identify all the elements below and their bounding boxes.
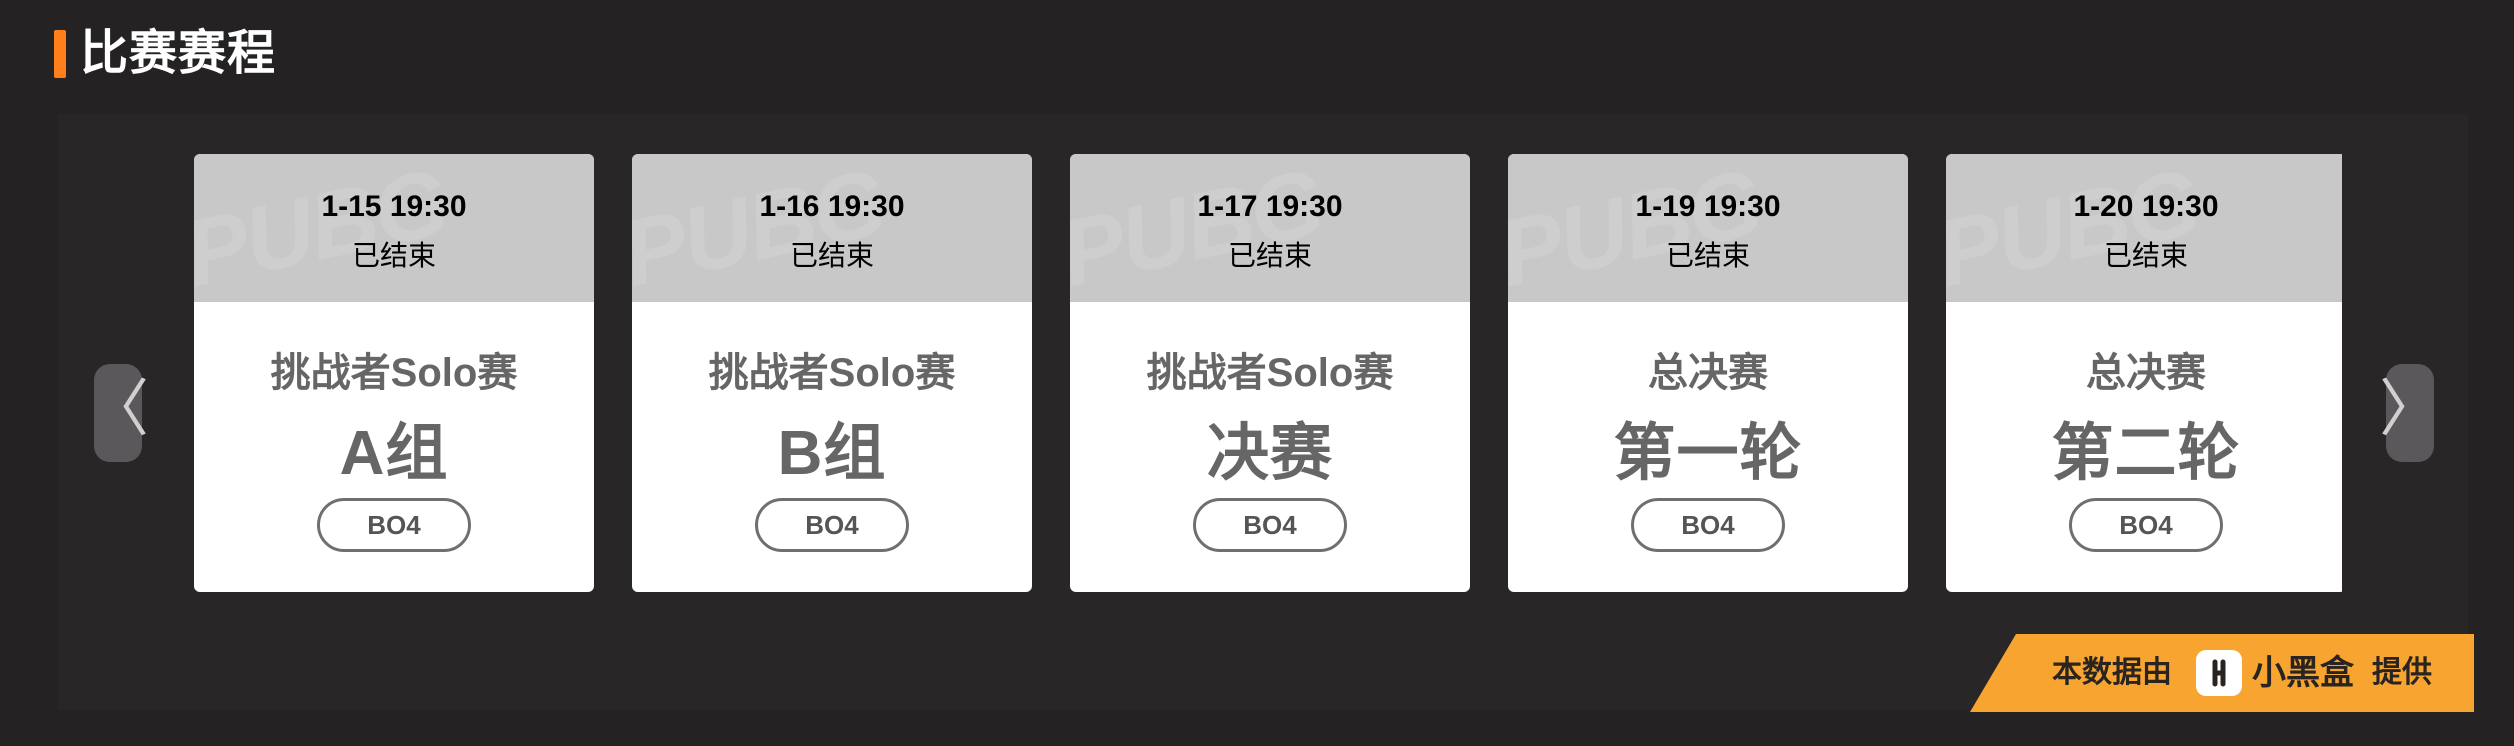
pubg-watermark-icon: PUBG [632,154,894,302]
match-card[interactable]: PUBG 1-19 19:30 已结束 总决赛 第一轮 BO4 [1508,154,1908,592]
match-stage: 总决赛 [1648,351,1768,395]
match-card[interactable]: PUBG 1-17 19:30 已结束 挑战者Solo赛 决赛 BO4 [1070,154,1470,592]
match-stage: 挑战者Solo赛 [270,351,518,395]
match-status: 已结束 [789,240,874,271]
match-time: 1-17 19:30 [1197,190,1343,223]
xiaoheihe-logo-icon [2196,650,2242,696]
match-format-badge: BO4 [1193,498,1347,552]
card-header: PUBG 1-15 19:30 已结束 [194,154,594,302]
match-format-badge: BO4 [317,498,471,552]
card-header: PUBG 1-16 19:30 已结束 [632,154,1032,302]
match-status: 已结束 [2103,240,2188,271]
match-time: 1-15 19:30 [321,190,467,223]
credit-suffix: 提供 [2372,656,2432,689]
title-accent-bar [54,30,66,78]
credit-prefix: 本数据由 [2052,656,2172,689]
match-format-badge: BO4 [1631,498,1785,552]
credit-brand: 小黑盒 [2252,654,2354,692]
pubg-watermark-icon: PUBG [1508,154,1770,302]
carousel-next-button[interactable]: 〉 [2379,364,2441,462]
card-header: PUBG 1-20 19:30 已结束 [1946,154,2342,302]
match-time: 1-20 19:30 [2073,190,2219,223]
match-stage: 挑战者Solo赛 [1146,351,1394,395]
card-header: PUBG 1-17 19:30 已结束 [1070,154,1470,302]
section-title: 比赛赛程 [80,27,277,80]
match-status: 已结束 [351,240,436,271]
match-stage: 总决赛 [2086,351,2206,395]
match-group: 决赛 [1206,419,1333,488]
match-card[interactable]: PUBG 1-20 19:30 已结束 总决赛 第二轮 BO4 [1946,154,2342,592]
match-group: 第二轮 [2051,419,2241,488]
schedule-module: 比赛赛程 〈 〉 PUBG 1-15 19:30 已结束 挑战者Solo赛 A组… [0,0,2514,746]
match-status: 已结束 [1227,240,1312,271]
match-status: 已结束 [1665,240,1750,271]
match-group: A组 [339,419,449,488]
pubg-watermark-icon: PUBG [194,154,456,302]
match-card[interactable]: PUBG 1-15 19:30 已结束 挑战者Solo赛 A组 BO4 [194,154,594,592]
match-format-badge: BO4 [755,498,909,552]
chevron-left-icon: 〈 [87,375,150,444]
match-time: 1-16 19:30 [759,190,905,223]
carousel-prev-button[interactable]: 〈 [87,364,149,462]
cards-viewport: PUBG 1-15 19:30 已结束 挑战者Solo赛 A组 BO4 PUBG… [194,154,2342,594]
match-group: 第一轮 [1613,419,1803,488]
chevron-right-icon: 〉 [2379,375,2442,444]
data-credit-banner[interactable]: 本数据由 小黑盒 提供 [1970,634,2474,712]
match-group: B组 [777,419,887,488]
match-stage: 挑战者Solo赛 [708,351,956,395]
match-time: 1-19 19:30 [1635,190,1781,223]
xiaoheihe-logo-svg [2212,659,2226,687]
match-format-badge: BO4 [2069,498,2223,552]
card-header: PUBG 1-19 19:30 已结束 [1508,154,1908,302]
match-card[interactable]: PUBG 1-16 19:30 已结束 挑战者Solo赛 B组 BO4 [632,154,1032,592]
pubg-watermark-icon: PUBG [1070,154,1332,302]
pubg-watermark-icon: PUBG [1946,154,2208,302]
